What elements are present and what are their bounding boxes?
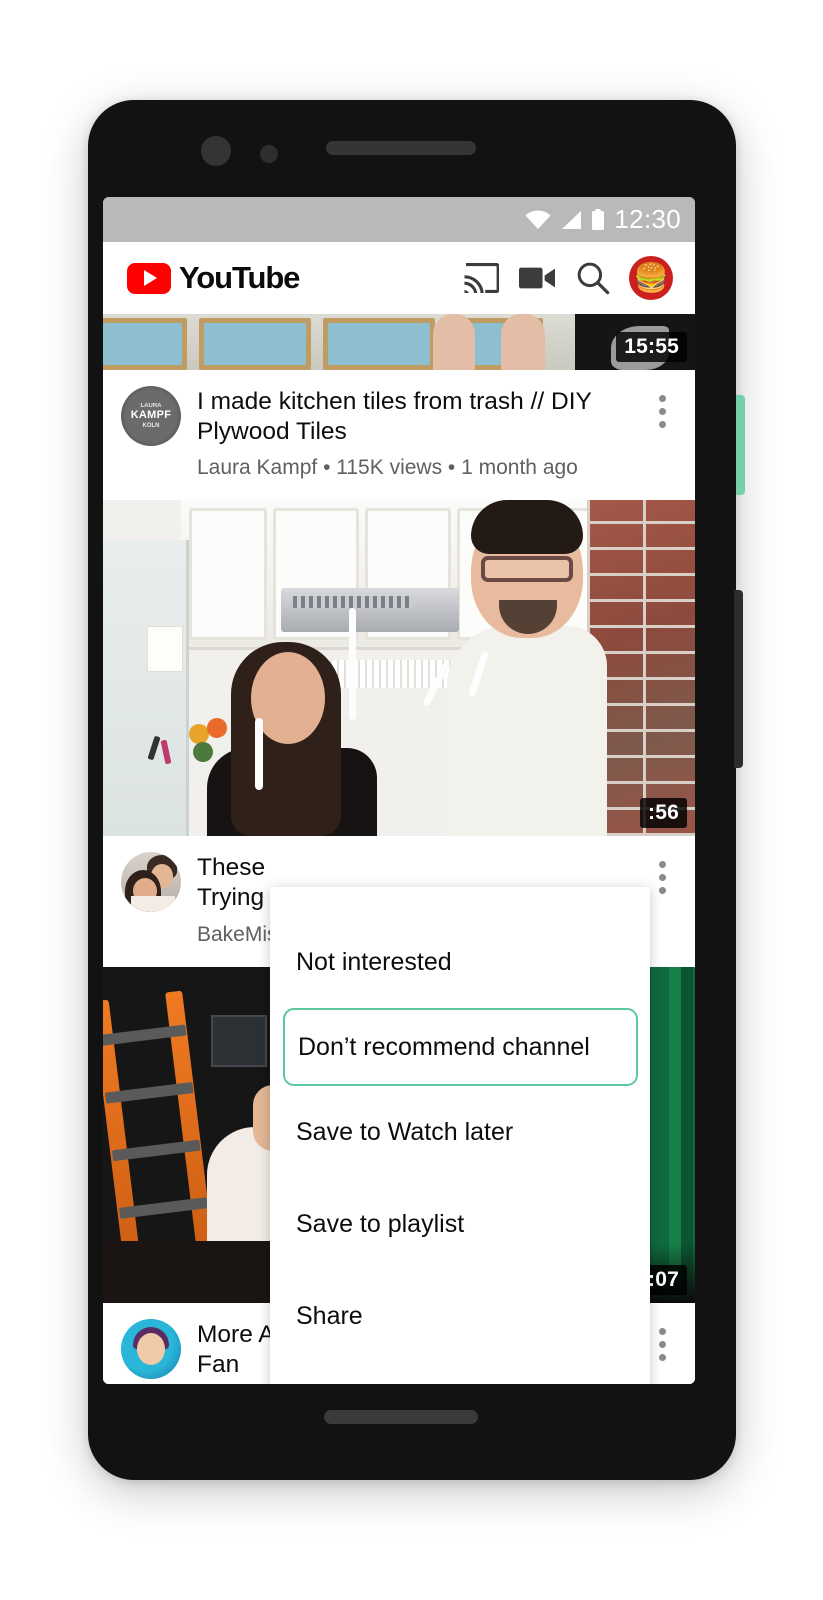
menu-item-label: Share <box>296 1301 363 1330</box>
video-thumbnail[interactable]: 15:55 <box>103 314 695 370</box>
video-thumbnail[interactable]: :56 <box>103 500 695 837</box>
navigation-gesture-bar[interactable] <box>324 1410 478 1424</box>
avatar-mid-label: KAMPF <box>130 409 172 422</box>
avatar-bottom-label: KÖLN <box>142 422 160 429</box>
create-video-button[interactable] <box>509 250 565 306</box>
video-duration-badge: 15:55 <box>616 332 687 362</box>
phone-device: 12:30 YouTube 🍔 15:55 LAURA KAMPF KÖLN I… <box>88 100 745 1480</box>
search-button[interactable] <box>565 250 621 306</box>
channel-avatar[interactable]: LAURA KAMPF KÖLN <box>121 386 181 446</box>
kebab-dot <box>658 1340 666 1348</box>
menu-item-label: Save to playlist <box>296 1209 465 1238</box>
video-title-line-1[interactable]: These <box>197 854 265 881</box>
menu-item-share[interactable]: Share <box>270 1270 650 1362</box>
channel-avatar[interactable] <box>121 1318 181 1379</box>
earpiece-speaker <box>326 141 476 155</box>
front-camera-icon <box>201 136 231 166</box>
kebab-dot <box>658 395 666 402</box>
status-bar: 12:30 <box>103 197 695 242</box>
youtube-play-logo-icon <box>127 262 171 294</box>
channel-avatar[interactable] <box>121 852 181 913</box>
kebab-dot <box>658 887 666 895</box>
menu-item-report[interactable]: Report <box>270 1362 650 1384</box>
kebab-dot <box>658 1327 666 1335</box>
phone-screen: 12:30 YouTube 🍔 15:55 LAURA KAMPF KÖLN I… <box>103 197 695 1384</box>
cellular-signal-icon <box>562 210 582 229</box>
menu-item-save-to-playlist[interactable]: Save to playlist <box>270 1178 650 1270</box>
volume-button[interactable] <box>734 590 743 768</box>
video-overflow-menu-button[interactable] <box>645 1319 679 1380</box>
battery-icon <box>592 208 605 230</box>
kebab-dot <box>658 408 666 415</box>
cast-icon <box>464 263 499 293</box>
kebab-dot <box>658 1353 666 1361</box>
kebab-dot <box>658 874 666 882</box>
menu-item-label: Save to Watch later <box>296 1117 514 1146</box>
video-camera-icon <box>519 267 555 289</box>
power-button[interactable] <box>736 395 745 495</box>
avatar-top-label: LAURA <box>140 403 162 410</box>
video-title[interactable]: I made kitchen tiles from trash // DIY P… <box>197 387 629 447</box>
video-options-context-menu[interactable]: Not interested Don’t recommend channel S… <box>270 887 650 1384</box>
youtube-home-button[interactable]: YouTube <box>127 260 453 296</box>
status-bar-clock: 12:30 <box>614 204 681 234</box>
burger-emoji-icon: 🍔 <box>633 262 669 293</box>
kebab-dot <box>658 861 666 869</box>
menu-item-not-interested[interactable]: Not interested <box>270 916 650 1008</box>
wifi-icon <box>525 209 551 229</box>
menu-item-label: Don’t recommend channel <box>298 1032 590 1061</box>
account-avatar[interactable]: 🍔 <box>629 256 673 300</box>
video-title-line-2[interactable]: Trying <box>197 884 264 911</box>
menu-item-dont-recommend-channel[interactable]: Don’t recommend channel <box>283 1008 638 1086</box>
video-overflow-menu-button[interactable] <box>645 852 679 946</box>
menu-item-save-to-watch-later[interactable]: Save to Watch later <box>270 1086 650 1178</box>
cast-button[interactable] <box>453 250 509 306</box>
menu-item-label: Not interested <box>296 947 452 976</box>
video-card[interactable]: 15:55 LAURA KAMPF KÖLN I made kitchen ti… <box>103 314 695 501</box>
app-bar: YouTube 🍔 <box>103 242 695 314</box>
video-subtitle: Laura Kampf • 115K views • 1 month ago <box>197 456 578 480</box>
kebab-dot <box>658 421 666 428</box>
search-icon <box>577 262 610 295</box>
video-feed[interactable]: 15:55 LAURA KAMPF KÖLN I made kitchen ti… <box>103 314 695 1384</box>
sensor-icon <box>260 145 278 163</box>
video-meta[interactable]: LAURA KAMPF KÖLN I made kitchen tiles fr… <box>103 370 695 501</box>
video-overflow-menu-button[interactable] <box>645 386 679 480</box>
video-duration-badge: :56 <box>640 798 687 829</box>
app-bar-title: YouTube <box>179 260 300 295</box>
